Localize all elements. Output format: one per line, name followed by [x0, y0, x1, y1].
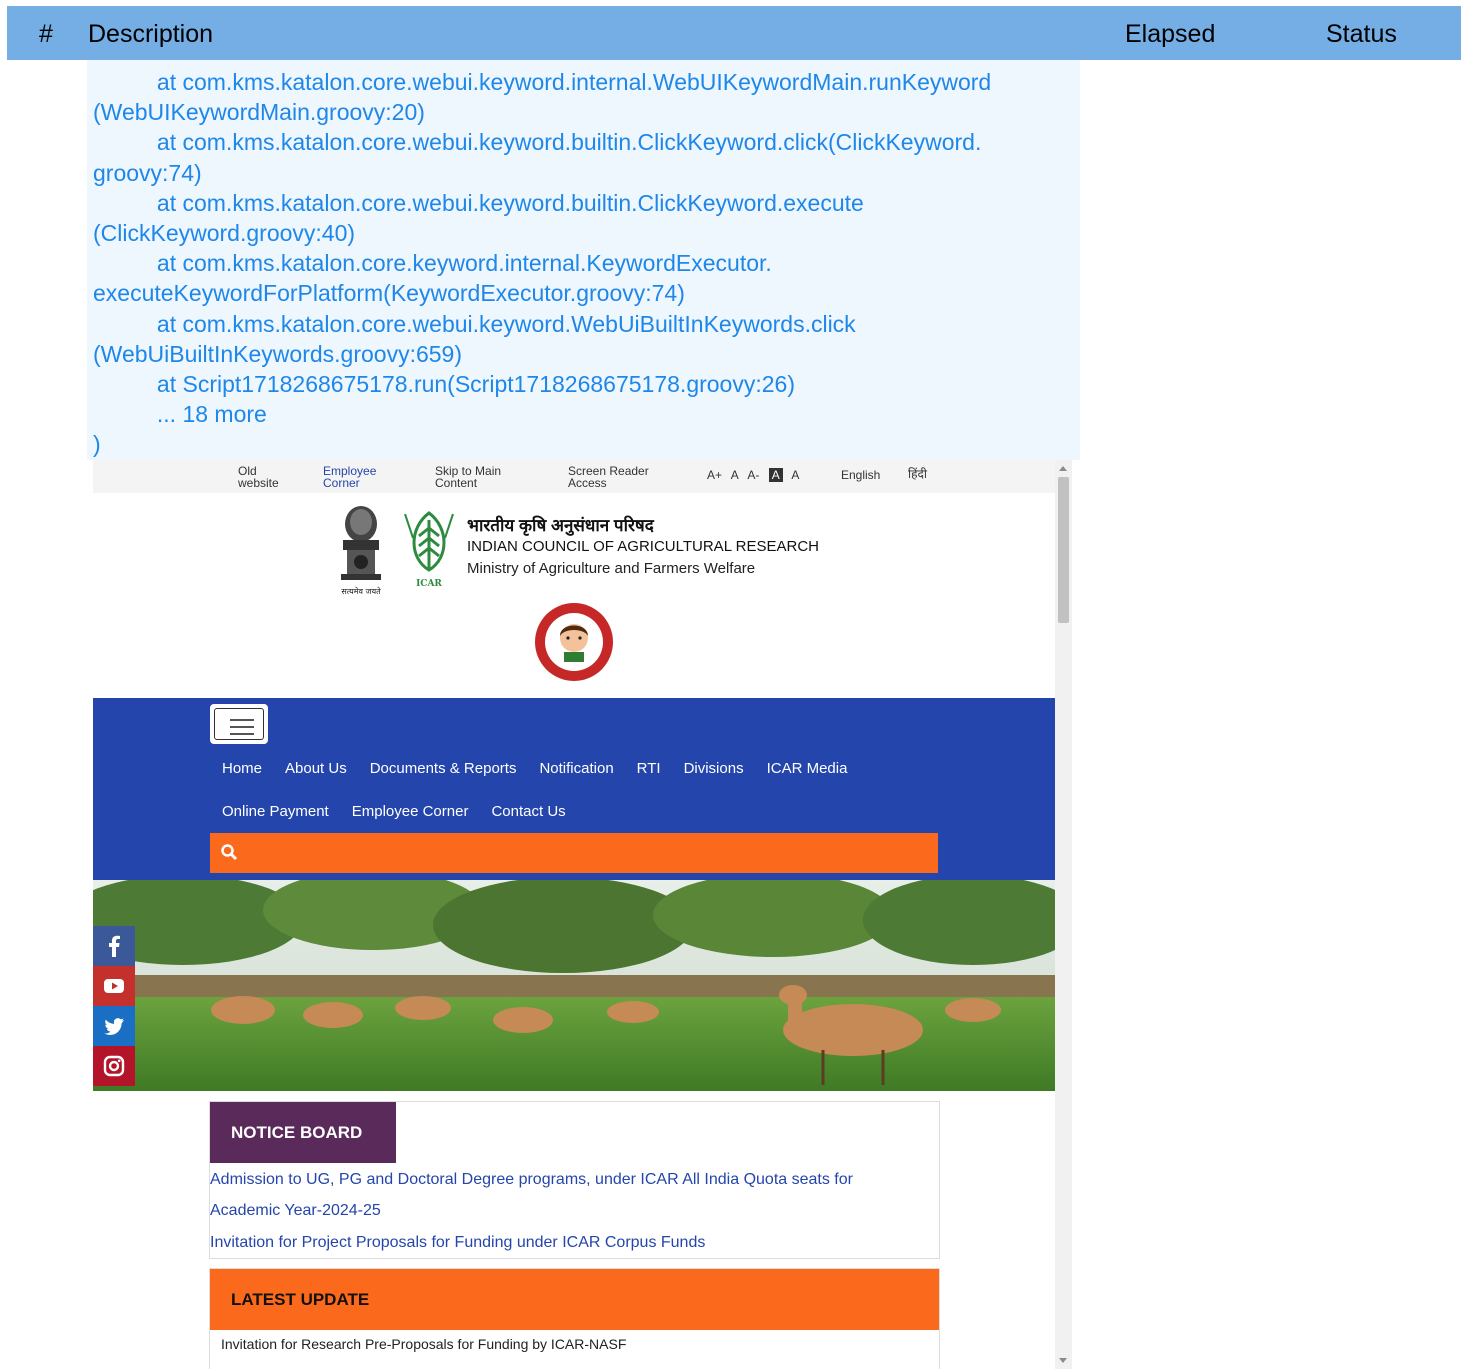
twitter-icon [104, 1018, 124, 1036]
column-number: # [39, 20, 53, 48]
screenshot-scrollbar[interactable] [1055, 460, 1072, 1369]
nav-documents-reports[interactable]: Documents & Reports [370, 760, 517, 777]
column-elapsed: Elapsed [1125, 20, 1216, 48]
trace-line: (ClickKeyword.groovy:40) [93, 220, 356, 247]
nav-employee-corner[interactable]: Employee Corner [352, 803, 469, 820]
trace-line: at com.kms.katalon.core.webui.keyword.bu… [93, 129, 982, 156]
latest-update: LATEST UPDATE Invitation for Research Pr… [209, 1268, 940, 1369]
nav-contact-us[interactable]: Contact Us [491, 803, 565, 820]
menu-icon-bar [230, 733, 254, 735]
notice-board-title: NOTICE BOARD [231, 1123, 363, 1142]
nav-row-secondary: Online Payment Employee Corner Contact U… [222, 803, 566, 820]
nav-online-payment[interactable]: Online Payment [222, 803, 329, 820]
instagram-icon [103, 1055, 125, 1077]
youtube-link[interactable] [93, 966, 135, 1006]
search-input[interactable] [210, 833, 938, 873]
latest-update-title: LATEST UPDATE [231, 1290, 370, 1309]
trace-line: executeKeywordForPlatform(KeywordExecuto… [93, 280, 685, 307]
employee-corner-line2: Corner [323, 476, 360, 490]
svg-text:सत्यमेव जयते: सत्यमेव जयते [341, 586, 381, 596]
latest-update-item[interactable]: Invitation for Research Pre-Proposals fo… [221, 1336, 626, 1352]
nav-rti[interactable]: RTI [637, 760, 661, 777]
old-website-link[interactable]: Old website [238, 465, 279, 489]
facebook-icon [109, 935, 120, 957]
notice-item-corpus-funds[interactable]: Invitation for Project Proposals for Fun… [210, 1227, 910, 1258]
menu-toggle-button[interactable] [210, 704, 268, 744]
latest-update-header: LATEST UPDATE [210, 1269, 939, 1330]
column-status: Status [1326, 20, 1397, 48]
trace-line: (WebUiBuiltInKeywords.groovy:659) [93, 340, 463, 367]
contrast-dark-button[interactable]: A [768, 468, 783, 482]
trace-line: (WebUIKeywordMain.groovy:20) [93, 99, 425, 126]
notice-board: NOTICE BOARD Admission to UG, PG and Doc… [209, 1101, 940, 1259]
trace-line: at com.kms.katalon.core.keyword.internal… [93, 250, 772, 277]
main-navigation: Home About Us Documents & Reports Notifi… [93, 698, 1055, 880]
screen-reader-link[interactable]: Screen Reader Access [568, 465, 649, 489]
menu-toggle-inner [214, 708, 264, 740]
notice-board-header: NOTICE BOARD [210, 1102, 396, 1163]
scrollbar-thumb[interactable] [1058, 477, 1069, 623]
org-name: INDIAN COUNCIL OF AGRICULTURAL RESEARCH [467, 538, 819, 555]
facebook-link[interactable] [93, 926, 135, 966]
trace-line: at com.kms.katalon.core.webui.keyword.We… [93, 310, 856, 337]
trace-line: at com.kms.katalon.core.webui.keyword.in… [93, 69, 992, 95]
nav-row-primary: Home About Us Documents & Reports Notifi… [222, 760, 847, 777]
nav-divisions[interactable]: Divisions [684, 760, 744, 777]
font-size-controls: A+ A A- A A [707, 468, 805, 482]
menu-icon [230, 719, 254, 721]
scroll-up-arrow-icon[interactable] [1059, 466, 1067, 471]
screen-reader-line2: Access [568, 476, 607, 490]
trace-line: at Script1718268675178.run(Script1718268… [93, 371, 795, 398]
employee-corner-link[interactable]: Employee Corner [323, 465, 376, 489]
accessibility-topbar: Old website Employee Corner Skip to Main… [93, 460, 1055, 493]
hindi-link[interactable]: हिंदी [908, 468, 927, 480]
ministry-name: Ministry of Agriculture and Farmers Welf… [467, 560, 756, 577]
stack-trace-lines: at com.kms.katalon.core.webui.keyword.in… [93, 67, 991, 460]
nav-about-us[interactable]: About Us [285, 760, 347, 777]
font-normal-button[interactable]: A [731, 468, 739, 482]
nav-home[interactable]: Home [222, 760, 262, 777]
skip-line2: Content [435, 476, 478, 490]
menu-icon-bar [230, 726, 254, 728]
failure-screenshot: Old website Employee Corner Skip to Main… [93, 460, 1055, 1369]
youtube-icon [104, 979, 124, 993]
contrast-light-button[interactable]: A [791, 468, 799, 482]
search-icon[interactable] [220, 843, 238, 861]
beti-bachao-logo-icon[interactable] [534, 602, 614, 682]
report-table-header: # Description Elapsed Status [7, 6, 1461, 60]
nav-notification[interactable]: Notification [539, 760, 613, 777]
column-description: Description [88, 20, 214, 48]
trace-line: ) [93, 431, 101, 458]
stack-trace-block: at com.kms.katalon.core.webui.keyword.in… [87, 60, 1080, 460]
twitter-link[interactable] [93, 1006, 135, 1046]
hero-banner-image [93, 880, 1055, 1091]
trace-line: at com.kms.katalon.core.webui.keyword.bu… [93, 189, 864, 216]
english-link[interactable]: English [841, 469, 880, 481]
svg-text:ICAR: ICAR [416, 579, 442, 589]
old-website-line2: website [238, 476, 279, 490]
notice-item-line: Admission to UG, PG and Doctoral Degree … [210, 1171, 853, 1188]
font-increase-button[interactable]: A+ [707, 468, 722, 482]
icar-logo-icon: ICAR [404, 511, 454, 589]
trace-line: ... 18 more [93, 401, 267, 428]
font-decrease-button[interactable]: A- [747, 468, 759, 482]
notice-item-admission[interactable]: Admission to UG, PG and Doctoral Degree … [210, 1164, 910, 1226]
notice-item-line: Academic Year-2024-25 [210, 1202, 381, 1219]
scroll-down-arrow-icon[interactable] [1059, 1358, 1067, 1363]
nav-icar-media[interactable]: ICAR Media [767, 760, 848, 777]
skip-to-content-link[interactable]: Skip to Main Content [435, 465, 501, 489]
instagram-link[interactable] [93, 1046, 135, 1086]
national-emblem-icon: सत्यमेव जयते [341, 506, 381, 596]
org-name-hindi: भारतीय कृषि अनुसंधान परिषद [467, 516, 654, 535]
trace-line: groovy:74) [93, 159, 202, 186]
